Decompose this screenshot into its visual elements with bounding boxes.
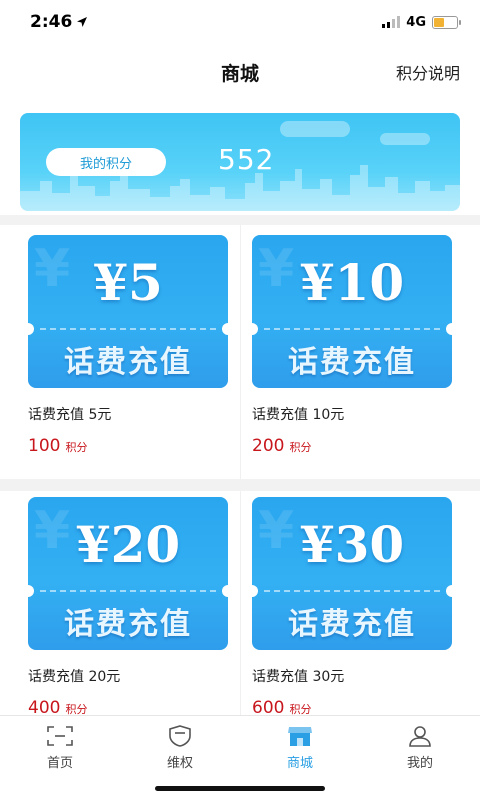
cloud-decoration <box>380 133 430 145</box>
coupon-notch <box>252 323 258 335</box>
cloud-decoration <box>280 121 350 137</box>
price-value: 100 <box>28 436 61 456</box>
tab-label: 我的 <box>406 756 433 771</box>
tab-label: 维权 <box>166 756 193 771</box>
network-type: 4G <box>406 14 426 30</box>
status-bar: 2:46 4G <box>0 0 480 44</box>
tab-mine[interactable]: 我的 <box>360 716 480 800</box>
product-name: 话费充值 20元 <box>28 669 121 685</box>
time-text: 2:46 <box>30 12 73 32</box>
coupon-notch <box>222 585 228 597</box>
coupon-image[interactable]: ¥ ¥10 话费充值 <box>252 235 452 388</box>
store-icon <box>288 727 312 746</box>
coupon-notch <box>252 585 258 597</box>
points-value: 552 <box>218 143 275 176</box>
mall-screen: 2:46 4G 商城 积分说明 我的积分 552 ¥ ¥5 话费充值 话费充值 … <box>0 0 480 800</box>
coupon-notch <box>28 585 34 597</box>
product-price: 100 积分 <box>28 436 252 456</box>
coupon-perforation <box>264 328 440 330</box>
tab-label: 首页 <box>46 756 73 771</box>
status-indicators: 4G <box>382 14 461 30</box>
tab-label: 商城 <box>286 756 313 771</box>
product-card-10[interactable]: ¥ ¥10 话费充值 话费充值 10元 200 积分 <box>252 235 476 456</box>
user-icon <box>409 726 431 747</box>
coupon-type: 话费充值 <box>288 607 416 642</box>
my-points-label: 我的积分 <box>46 148 166 176</box>
coupon-notch <box>446 323 452 335</box>
product-card-5[interactable]: ¥ ¥5 话费充值 话费充值 5元 100 积分 <box>28 235 252 456</box>
nav-header: 商城 积分说明 <box>0 44 480 100</box>
points-rules-link[interactable]: 积分说明 <box>396 60 460 84</box>
coupon-amount: ¥20 <box>75 515 181 574</box>
product-name: 话费充值 10元 <box>252 407 345 423</box>
status-time: 2:46 <box>30 12 88 32</box>
product-card-20[interactable]: ¥ ¥20 话费充值 话费充值 20元 400 积分 <box>28 497 252 718</box>
product-price: 200 积分 <box>252 436 476 456</box>
product-card-30[interactable]: ¥ ¥30 话费充值 话费充值 30元 600 积分 <box>252 497 476 718</box>
price-unit: 积分 <box>289 441 312 454</box>
shield-icon <box>169 725 191 747</box>
coupon-notch <box>446 585 452 597</box>
coupon-perforation <box>40 328 216 330</box>
product-grid: ¥ ¥5 话费充值 话费充值 5元 100 积分 ¥ ¥10 话费充值 话费充值… <box>0 225 480 718</box>
coupon-amount: ¥10 <box>299 253 405 312</box>
scan-frame-icon <box>47 726 73 746</box>
grid-divider <box>0 479 480 491</box>
coupon-type: 话费充值 <box>64 607 192 642</box>
coupon-amount: ¥5 <box>93 253 163 312</box>
coupon-image[interactable]: ¥ ¥20 话费充值 <box>28 497 228 650</box>
coupon-type: 话费充值 <box>64 345 192 380</box>
page-title: 商城 <box>220 62 259 85</box>
bottom-tab-bar: 首页 维权 商城 我的 <box>0 715 480 800</box>
tab-home[interactable]: 首页 <box>0 716 120 800</box>
location-arrow-icon <box>77 17 88 27</box>
battery-icon <box>432 15 461 29</box>
price-unit: 积分 <box>65 441 88 454</box>
coupon-notch <box>222 323 228 335</box>
section-gap <box>0 215 480 225</box>
coupon-amount: ¥30 <box>299 515 405 574</box>
product-name: 话费充值 30元 <box>252 669 345 685</box>
coupon-image[interactable]: ¥ ¥5 话费充值 <box>28 235 228 388</box>
home-indicator <box>155 786 325 791</box>
coupon-notch <box>28 323 34 335</box>
signal-icon <box>382 16 401 28</box>
coupon-perforation <box>40 590 216 592</box>
price-value: 200 <box>252 436 285 456</box>
coupon-image[interactable]: ¥ ¥30 话费充值 <box>252 497 452 650</box>
product-name: 话费充值 5元 <box>28 407 112 423</box>
coupon-perforation <box>264 590 440 592</box>
points-banner: 我的积分 552 <box>20 113 460 211</box>
coupon-type: 话费充值 <box>288 345 416 380</box>
